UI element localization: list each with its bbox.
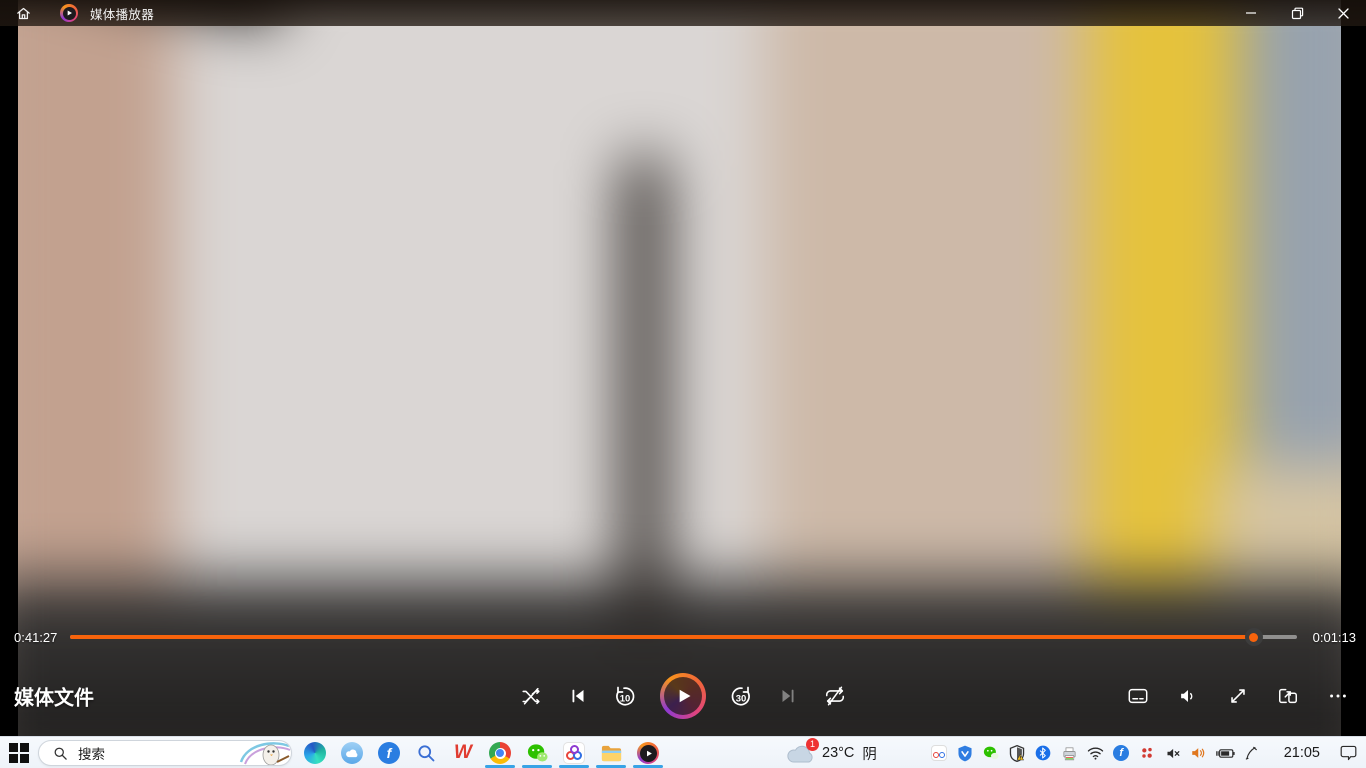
search-icon bbox=[53, 746, 68, 761]
window-controls bbox=[1228, 0, 1366, 26]
start-button[interactable] bbox=[9, 743, 31, 763]
tray-speaker-icon[interactable] bbox=[1190, 744, 1209, 763]
next-track-icon[interactable] bbox=[776, 684, 800, 708]
taskbar-app-meeting[interactable] bbox=[562, 741, 586, 765]
window-titlebar: 媒体播放器 bbox=[0, 0, 1366, 26]
video-frame-placeholder[interactable] bbox=[18, 0, 1341, 736]
tray-wifi-icon[interactable] bbox=[1086, 744, 1105, 763]
tray-flash-icon[interactable]: f bbox=[1112, 744, 1131, 763]
system-tray: f bbox=[930, 737, 1358, 768]
seek-bar[interactable] bbox=[70, 628, 1296, 646]
taskbar-app-cloud-browser[interactable] bbox=[340, 741, 364, 765]
taskbar-app-wechat[interactable] bbox=[525, 741, 549, 765]
tray-meeting-icon[interactable] bbox=[930, 744, 949, 763]
tray-security-shield-icon[interactable] bbox=[956, 744, 975, 763]
pinned-apps: f W bbox=[303, 741, 660, 765]
remaining-time: 0:01:13 bbox=[1313, 630, 1356, 645]
tray-red-cluster-icon[interactable] bbox=[1138, 744, 1157, 763]
play-icon bbox=[673, 686, 693, 706]
captions-icon[interactable] bbox=[1126, 684, 1150, 708]
skip-back-10-icon[interactable]: 10 bbox=[613, 684, 637, 708]
skip-forward-30-icon[interactable]: 30 bbox=[729, 684, 753, 708]
taskbar-search[interactable]: 搜索 bbox=[38, 740, 292, 766]
tray-defender-alert-icon[interactable] bbox=[1008, 744, 1027, 763]
svg-text:30: 30 bbox=[736, 694, 747, 705]
restore-button[interactable] bbox=[1274, 0, 1320, 26]
progress-fill bbox=[70, 635, 1253, 639]
tray-printer-icon[interactable] bbox=[1060, 744, 1079, 763]
weather-temperature: 23°C bbox=[822, 745, 854, 761]
minimize-button[interactable] bbox=[1228, 0, 1274, 26]
weather-condition: 阴 bbox=[862, 743, 877, 764]
play-button[interactable] bbox=[660, 673, 706, 719]
taskbar-app-wps[interactable]: W bbox=[451, 741, 475, 765]
mini-player-icon[interactable] bbox=[1276, 684, 1300, 708]
taskbar-app-search-tool[interactable] bbox=[414, 741, 438, 765]
tray-speaker-muted-icon[interactable] bbox=[1164, 744, 1183, 763]
windows-logo-icon bbox=[9, 743, 29, 763]
taskbar-clock[interactable]: 21:05 bbox=[1284, 745, 1320, 761]
weather-cloud-icon: 1 bbox=[786, 742, 814, 764]
app-title: 媒体播放器 bbox=[90, 4, 154, 23]
transport-controls: 10 30 bbox=[519, 673, 847, 719]
taskbar-app-edge[interactable] bbox=[303, 741, 327, 765]
app-logo-icon bbox=[60, 4, 78, 22]
volume-icon[interactable] bbox=[1176, 684, 1200, 708]
search-label: 搜索 bbox=[78, 743, 233, 763]
more-options-icon[interactable] bbox=[1326, 684, 1350, 708]
tray-bluetooth-icon[interactable] bbox=[1034, 744, 1053, 763]
tray-wechat-icon[interactable] bbox=[982, 744, 1001, 763]
shuffle-off-icon[interactable] bbox=[519, 684, 543, 708]
taskbar-app-chrome[interactable] bbox=[488, 741, 512, 765]
taskbar: 搜索 f bbox=[0, 736, 1366, 768]
search-highlight-image bbox=[233, 740, 291, 766]
taskbar-app-media-player[interactable] bbox=[636, 741, 660, 765]
notification-center-icon[interactable] bbox=[1339, 744, 1358, 763]
weather-badge: 1 bbox=[806, 738, 819, 751]
seek-handle[interactable] bbox=[1245, 628, 1263, 646]
abstract-video-placeholder bbox=[18, 0, 1341, 736]
home-button[interactable] bbox=[0, 0, 46, 26]
seek-timeline: 0:41:27 0:01:13 bbox=[0, 628, 1366, 646]
repeat-off-icon[interactable] bbox=[823, 684, 847, 708]
current-time: 0:41:27 bbox=[14, 630, 57, 645]
player-controls: 媒体文件 10 bbox=[0, 670, 1366, 722]
svg-text:10: 10 bbox=[620, 694, 631, 705]
tray-battery-icon[interactable] bbox=[1216, 744, 1235, 763]
screen: 0:41:27 0:01:13 媒体文件 bbox=[0, 0, 1366, 768]
home-icon bbox=[15, 5, 32, 22]
video-stage: 0:41:27 0:01:13 媒体文件 bbox=[0, 0, 1366, 736]
weather-widget[interactable]: 1 23°C 阴 bbox=[786, 737, 877, 768]
secondary-controls bbox=[1126, 684, 1350, 708]
previous-track-icon[interactable] bbox=[566, 684, 590, 708]
taskbar-app-file-explorer[interactable] bbox=[599, 741, 623, 765]
close-button[interactable] bbox=[1320, 0, 1366, 26]
video-title: 媒体文件 bbox=[14, 682, 94, 711]
tray-pen-icon[interactable] bbox=[1242, 744, 1261, 763]
taskbar-app-flash[interactable]: f bbox=[377, 741, 401, 765]
fullscreen-icon[interactable] bbox=[1226, 684, 1250, 708]
